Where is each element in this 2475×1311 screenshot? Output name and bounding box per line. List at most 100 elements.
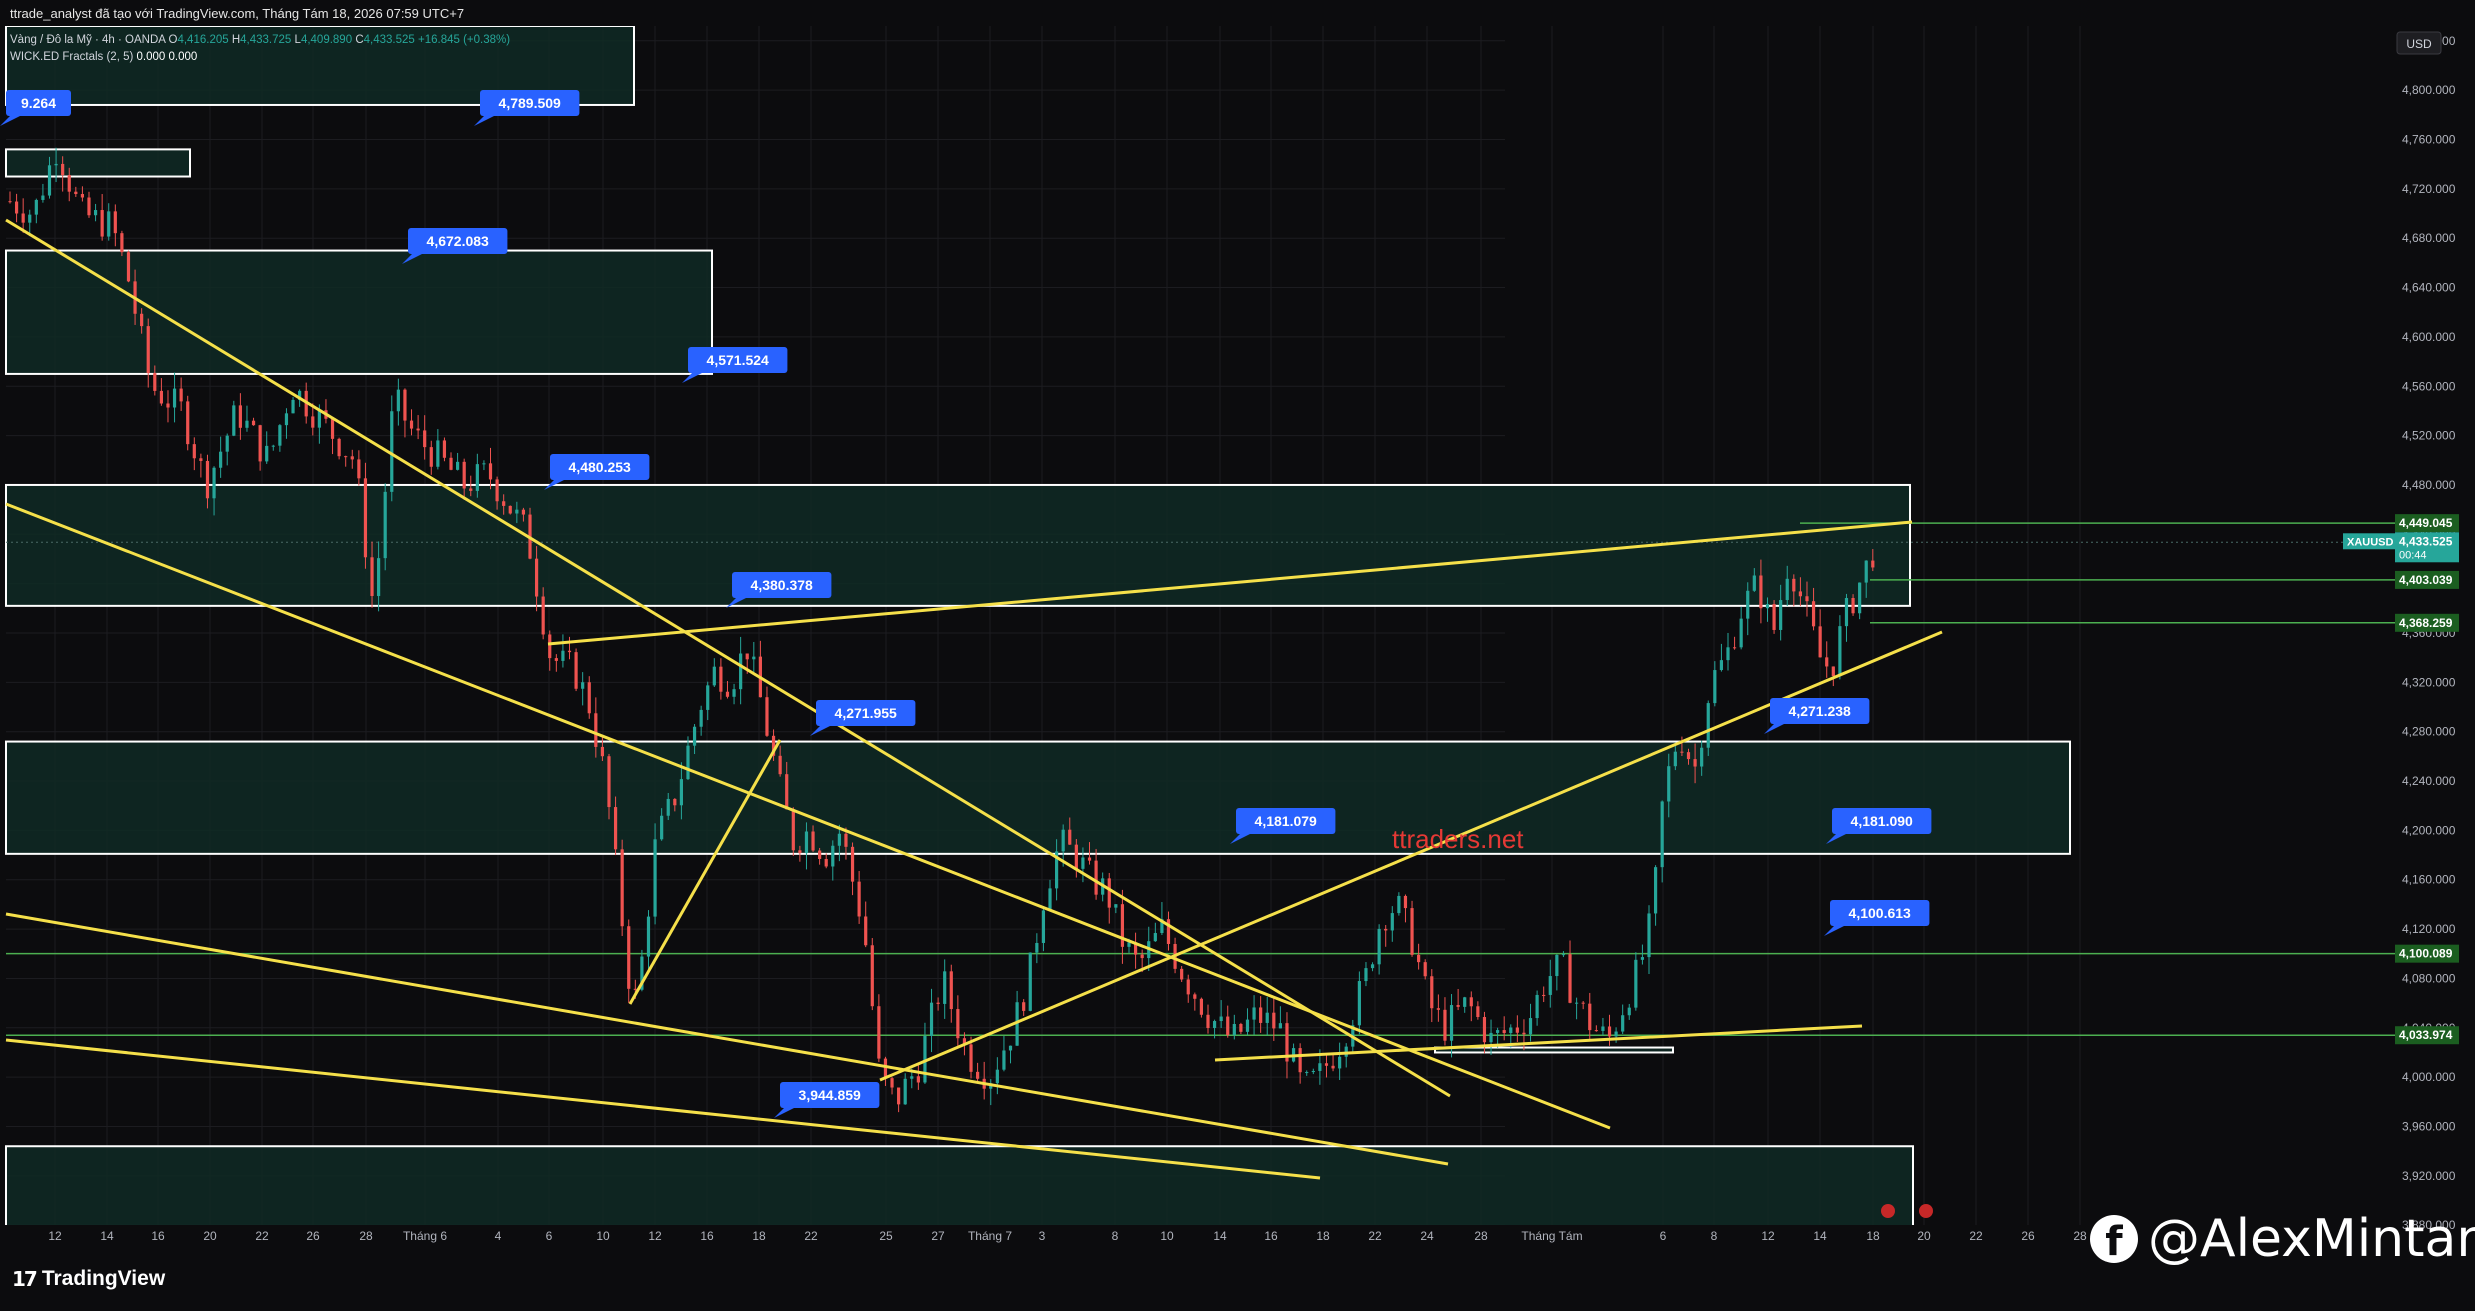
candle-body [1588, 1003, 1592, 1031]
candle-body [1568, 954, 1572, 1003]
candle-body [1193, 994, 1197, 999]
candle-body [212, 467, 216, 499]
event-flag-icon[interactable] [1881, 1204, 1895, 1218]
annotation-label: 3,944.859 [799, 1087, 861, 1103]
candle-body [146, 326, 150, 374]
candle-body [258, 425, 262, 462]
candle-body [482, 463, 486, 465]
candle-body [1410, 908, 1414, 955]
candle-body [140, 313, 144, 327]
candle-body [574, 652, 578, 689]
tradingview-logo-icon: 17 [12, 1267, 38, 1291]
time-tick-label: 22 [1368, 1229, 1382, 1243]
candle-body [166, 403, 170, 408]
candle-body [1002, 1050, 1006, 1070]
candle-body [67, 175, 71, 192]
event-flag-icon[interactable] [1919, 1204, 1933, 1218]
candle-body [93, 210, 98, 216]
countdown-label: 00:44 [2399, 549, 2427, 561]
zone-box[interactable] [5, 148, 191, 178]
candle-body [1811, 601, 1816, 627]
zone-box[interactable] [5, 740, 2071, 855]
candle-body [1542, 994, 1546, 996]
candle-body [1831, 666, 1835, 677]
price-chart[interactable]: 4,789.509 9.264 4,672.083 4,571.524 4,480.25… [0, 26, 2475, 1247]
tradingview-brand: TradingView [41, 1267, 166, 1290]
candle-body [620, 849, 624, 927]
candle-body [660, 815, 664, 840]
candle-body [1759, 575, 1763, 609]
indicator-row[interactable]: WICK.ED Fractals (2, 5) 0.000 0.000 [10, 49, 510, 66]
candle-body [1792, 578, 1796, 592]
annotation-label: 4,271.238 [1789, 703, 1851, 719]
zone-box[interactable] [1434, 1046, 1674, 1054]
candle-body [686, 745, 690, 780]
candle-body [1008, 1045, 1013, 1051]
candle-body [429, 447, 433, 467]
watermark-text: ttraders.net [1392, 824, 1524, 854]
zone-box[interactable] [5, 249, 713, 375]
candle-body [363, 478, 368, 558]
candle-body [107, 211, 111, 237]
candle-body [1153, 933, 1157, 942]
price-scale-label: 4,449.045 [2399, 516, 2453, 530]
candle-body [8, 201, 12, 203]
symbol-line: Vàng / Đô la Mỹ · 4h · OANDA [10, 34, 166, 46]
high-label: H [231, 34, 241, 46]
candle-body [666, 798, 670, 816]
annotation-label: 4,672.083 [427, 233, 489, 249]
candle-body [1496, 1030, 1500, 1033]
time-tick-label: 16 [151, 1229, 165, 1243]
candle-body [1772, 604, 1776, 630]
annotation-label: 4,100.613 [1849, 905, 1911, 921]
candle-body [745, 653, 749, 660]
time-tick-label: 12 [648, 1229, 662, 1243]
tradingview-logo[interactable]: 17 TradingView [12, 1267, 165, 1291]
candle-body [61, 163, 65, 176]
candle-body [765, 697, 769, 736]
candle-body [831, 845, 835, 867]
candle-body [1548, 976, 1552, 995]
candle-body [1272, 1012, 1276, 1029]
candle-body [1660, 801, 1664, 868]
price-tick-label: 4,280.000 [2402, 725, 2456, 739]
candle-body [943, 971, 947, 1004]
candle-body [949, 971, 953, 1010]
candle-body [21, 213, 25, 223]
candle-body [456, 461, 460, 470]
candle-body [778, 755, 782, 775]
annotation-label: 4,380.378 [751, 577, 813, 593]
candle-body [219, 451, 223, 468]
usd-badge[interactable]: USD [2396, 31, 2442, 55]
price-tick-label: 4,680.000 [2402, 231, 2456, 245]
candle-body [1825, 657, 1829, 667]
candle-body [113, 211, 117, 234]
price-scale-label: 4,368.259 [2399, 616, 2453, 630]
candle-body [594, 713, 598, 747]
social-watermark: f @AlexMintan [2090, 1209, 2475, 1269]
time-tick-label: 14 [100, 1229, 114, 1243]
ohlc-row: Vàng / Đô la Mỹ · 4h · OANDA O4,416.205 … [10, 32, 510, 49]
candle-body [1324, 1063, 1329, 1066]
candle-body [41, 195, 45, 200]
candle-body [34, 199, 38, 215]
chart-legend: Vàng / Đô la Mỹ · 4h · OANDA O4,416.205 … [10, 32, 510, 66]
candle-body [1087, 857, 1092, 861]
time-tick-label: 6 [1660, 1229, 1667, 1243]
candle-body [581, 682, 585, 689]
high-value: 4,433.725 [240, 34, 292, 46]
candle-body [877, 1006, 881, 1059]
candle-body [488, 463, 493, 480]
candle-body [1719, 660, 1724, 671]
candle-body [416, 428, 420, 431]
candle-body [521, 509, 526, 515]
candle-body [725, 691, 730, 697]
candle-body [844, 833, 848, 847]
time-tick-label: 20 [203, 1229, 217, 1243]
candle-body [357, 459, 361, 479]
candle-body [502, 501, 506, 506]
candle-body [396, 389, 400, 412]
candle-body [462, 461, 466, 489]
zone-box[interactable] [5, 483, 1911, 607]
candle-body [1068, 829, 1072, 845]
